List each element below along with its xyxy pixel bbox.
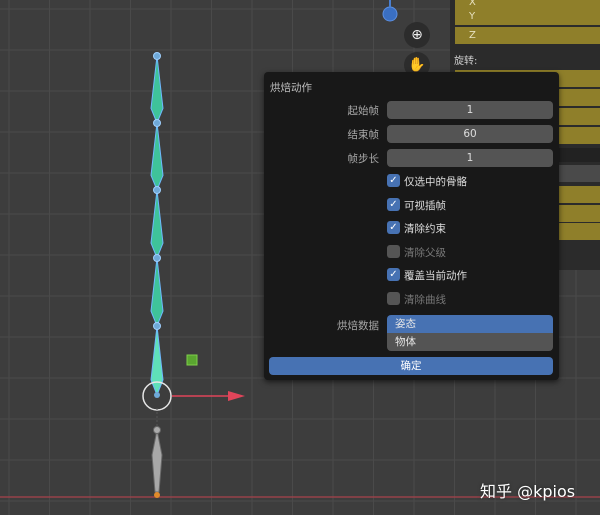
bake-data-option-pose[interactable]: 姿态 xyxy=(387,315,553,333)
navigation-gizmo-y-axis xyxy=(382,6,398,22)
checkbox-icon[interactable]: ✓ xyxy=(387,221,400,234)
bone-joint xyxy=(153,186,161,194)
watermark: 知乎 @kpios xyxy=(480,482,576,501)
bone-selected xyxy=(150,325,164,397)
object-origin-marker xyxy=(186,354,198,366)
bone-selected xyxy=(150,189,164,260)
checkbox-label: 清除曲线 xyxy=(404,293,446,306)
dialog-title: 烘焙动作 xyxy=(270,82,312,94)
checkbox-label: 覆盖当前动作 xyxy=(404,270,467,282)
checkbox-icon[interactable]: ✓ xyxy=(387,174,400,187)
bone-joint xyxy=(154,392,160,398)
checkbox-icon[interactable] xyxy=(387,291,400,305)
bake-action-dialog: 烘焙动作 起始帧 1 结束帧 60 帧步长 1 ✓ 仅选中的骨骼 ✓ 可视插帧 ✓ 清除约… xyxy=(264,72,559,380)
checkbox-label: 可视插帧 xyxy=(404,199,446,212)
start-frame-field[interactable]: 1 xyxy=(387,101,553,119)
bone-selected xyxy=(150,55,164,125)
location-y-field[interactable]: Y xyxy=(455,8,600,25)
bake-data-label: 烘焙数据 xyxy=(337,320,379,332)
checkbox-icon[interactable]: ✓ xyxy=(387,268,400,281)
checkbox-label: 清除父级 xyxy=(404,246,446,259)
start-frame-label: 起始帧 xyxy=(347,105,380,117)
frame-step-label: 帧步长 xyxy=(347,153,380,165)
bone-selected xyxy=(150,257,164,328)
checkbox-label: 仅选中的骨骼 xyxy=(404,176,467,188)
bone-joint xyxy=(153,254,161,262)
end-frame-field[interactable]: 60 xyxy=(387,125,553,143)
frame-step-field[interactable]: 1 xyxy=(387,149,553,167)
zoom-in-icon[interactable]: ⊕ xyxy=(404,22,430,48)
ok-button[interactable]: 确定 xyxy=(269,357,553,375)
bone-selected xyxy=(150,122,164,192)
move-x-arrow-head xyxy=(228,391,245,401)
location-z-field[interactable]: Z xyxy=(455,27,600,44)
bone-joint xyxy=(153,119,161,127)
bone-joint xyxy=(153,52,161,60)
checkbox-label: 清除约束 xyxy=(404,223,446,235)
end-frame-label: 结束帧 xyxy=(347,129,380,141)
checkbox-icon[interactable] xyxy=(387,244,400,258)
bone-unselected xyxy=(151,429,163,493)
bake-data-option-object[interactable]: 物体 xyxy=(387,333,553,351)
checkbox-icon[interactable]: ✓ xyxy=(387,197,400,211)
bone-joint xyxy=(153,322,161,330)
rotation-label: 旋转: xyxy=(454,56,478,67)
